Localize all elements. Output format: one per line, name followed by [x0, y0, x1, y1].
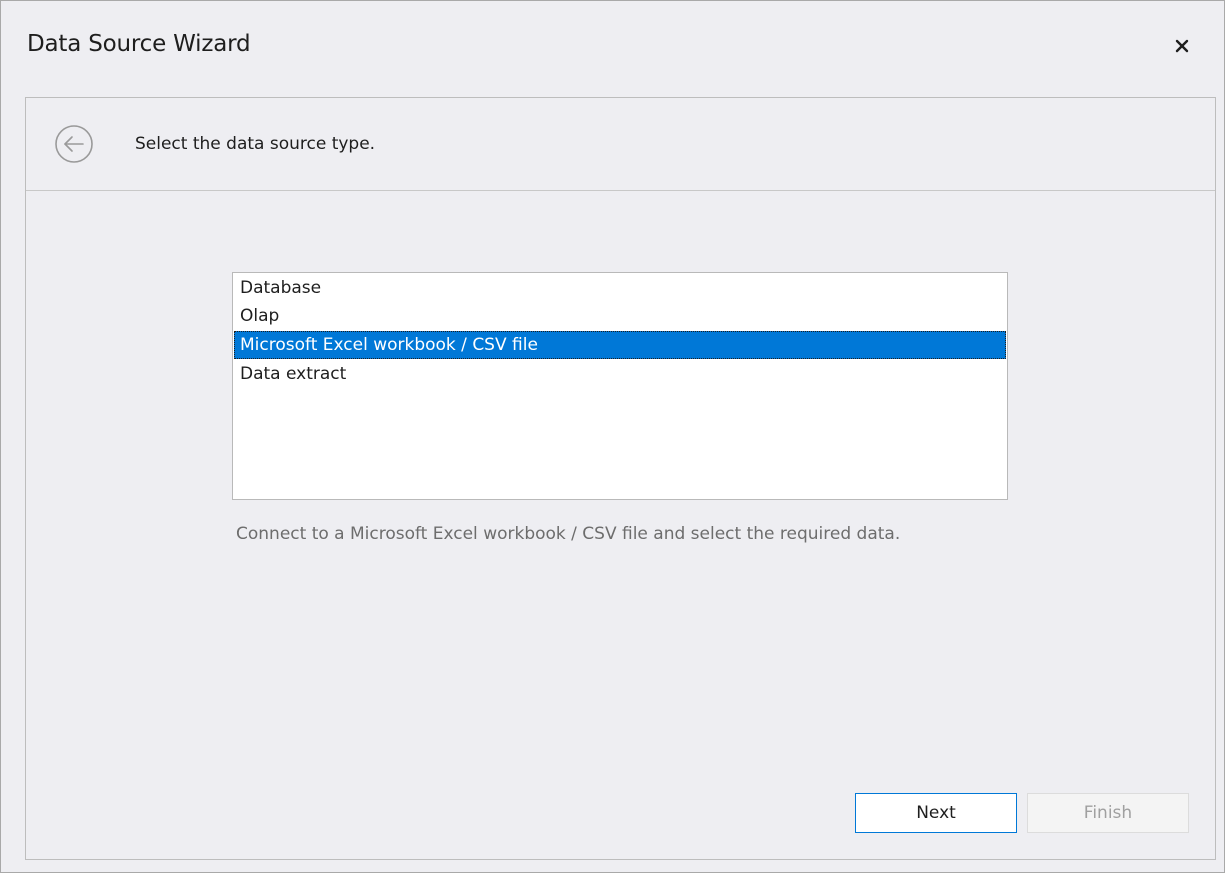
list-item-database[interactable]: Database: [234, 274, 1006, 302]
close-button[interactable]: [1172, 35, 1194, 57]
step-title: Select the data source type.: [135, 134, 376, 154]
page-header: Select the data source type.: [26, 98, 1215, 191]
wizard-page: Select the data source type. Database Ol…: [25, 97, 1216, 860]
title-bar: Data Source Wizard: [1, 1, 1224, 97]
list-item-olap[interactable]: Olap: [234, 302, 1006, 330]
back-button[interactable]: [54, 124, 94, 164]
back-arrow-icon: [55, 125, 93, 163]
data-source-type-list[interactable]: Database Olap Microsoft Excel workbook /…: [232, 272, 1008, 500]
list-item-data-extract[interactable]: Data extract: [234, 360, 1006, 388]
close-icon: [1175, 39, 1189, 53]
next-button[interactable]: Next: [855, 793, 1017, 833]
list-item-excel-csv[interactable]: Microsoft Excel workbook / CSV file: [234, 331, 1006, 359]
window-title: Data Source Wizard: [27, 31, 251, 57]
wizard-window: Data Source Wizard Select the data sourc…: [0, 0, 1225, 873]
finish-button[interactable]: Finish: [1027, 793, 1189, 833]
source-description: Connect to a Microsoft Excel workbook / …: [236, 524, 901, 544]
